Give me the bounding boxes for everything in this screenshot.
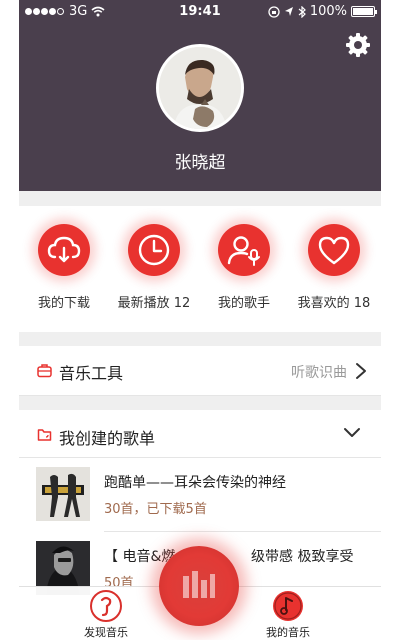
downloads-label: 我的下载	[37, 296, 90, 311]
quick-action-recent[interactable]: 最新播放 12	[109, 224, 199, 311]
avatar-photo	[159, 47, 241, 129]
recent-label: 最新播放 12	[117, 296, 191, 311]
orientation-lock-icon	[268, 5, 280, 18]
profile-header: 3G 19:41 100% 张晓超	[19, 0, 381, 191]
playlist-folder-icon	[37, 429, 52, 441]
favorites-label: 我喜欢的 18	[297, 296, 371, 311]
playlist-cover-art	[36, 467, 90, 521]
section-divider	[19, 191, 381, 206]
heart-icon	[318, 236, 350, 265]
chevron-down-icon[interactable]	[343, 426, 361, 440]
bluetooth-icon	[298, 5, 306, 18]
battery-percent: 100%	[309, 4, 347, 19]
quick-action-singers[interactable]: 我的歌手	[199, 224, 289, 311]
now-playing-cover-art	[183, 571, 215, 598]
my-playlists-header[interactable]: 我创建的歌单	[19, 410, 381, 458]
singer-icon	[227, 236, 260, 266]
singers-label: 我的歌手	[217, 296, 270, 311]
playlist-title-tail: 级带感 极致享受	[251, 549, 354, 565]
chevron-right-icon	[356, 363, 366, 379]
singers-button-circle	[218, 224, 270, 276]
status-right-group: 100%	[268, 4, 377, 19]
playlist-item[interactable]: 跑酷单——耳朵会传染的神经 30首，已下载5首	[19, 458, 381, 532]
download-button-circle	[38, 224, 90, 276]
playlist-title: 跑酷单——耳朵会传染的神经	[104, 475, 286, 491]
song-recognition-link[interactable]: 听歌识曲	[291, 362, 347, 382]
playlist-cover	[36, 467, 90, 521]
tab-my-music[interactable]: 我的音乐	[243, 589, 333, 640]
location-icon	[284, 7, 293, 16]
now-playing-button[interactable]	[159, 546, 239, 626]
status-bar: 3G 19:41 100%	[19, 0, 381, 24]
recent-button-circle	[128, 224, 180, 276]
clock-icon	[138, 234, 170, 266]
quick-action-favorites[interactable]: 我喜欢的 18	[289, 224, 379, 311]
playlist-subtitle: 30首，已下载5首	[104, 502, 207, 517]
section-divider	[19, 396, 381, 410]
quick-action-downloads[interactable]: 我的下载	[19, 224, 109, 311]
settings-gear-icon[interactable]	[345, 32, 371, 58]
favorites-button-circle	[308, 224, 360, 276]
my-music-icon	[273, 591, 303, 621]
battery-icon	[351, 6, 377, 17]
tab-my-music-label: 我的音乐	[266, 626, 310, 639]
discover-music-icon	[90, 590, 122, 622]
quick-actions-row: 我的下载 最新播放 12 我的歌手 我喜欢的 18	[19, 206, 381, 332]
username[interactable]: 张晓超	[19, 148, 381, 173]
user-avatar[interactable]	[156, 44, 244, 132]
music-tools-title: 音乐工具	[59, 364, 124, 383]
tab-discover-label: 发现音乐	[84, 626, 128, 639]
app-screen: 3G 19:41 100% 张晓超 我的下载 最新播放 12 我的歌手 我喜欢的…	[19, 0, 381, 640]
tab-discover-music[interactable]: 发现音乐	[61, 589, 151, 640]
my-playlists-title: 我创建的歌单	[59, 429, 156, 448]
toolbox-icon	[37, 364, 52, 378]
section-divider	[19, 332, 381, 346]
cloud-download-icon	[47, 236, 81, 263]
music-tools-row[interactable]: 音乐工具 听歌识曲	[19, 346, 381, 396]
